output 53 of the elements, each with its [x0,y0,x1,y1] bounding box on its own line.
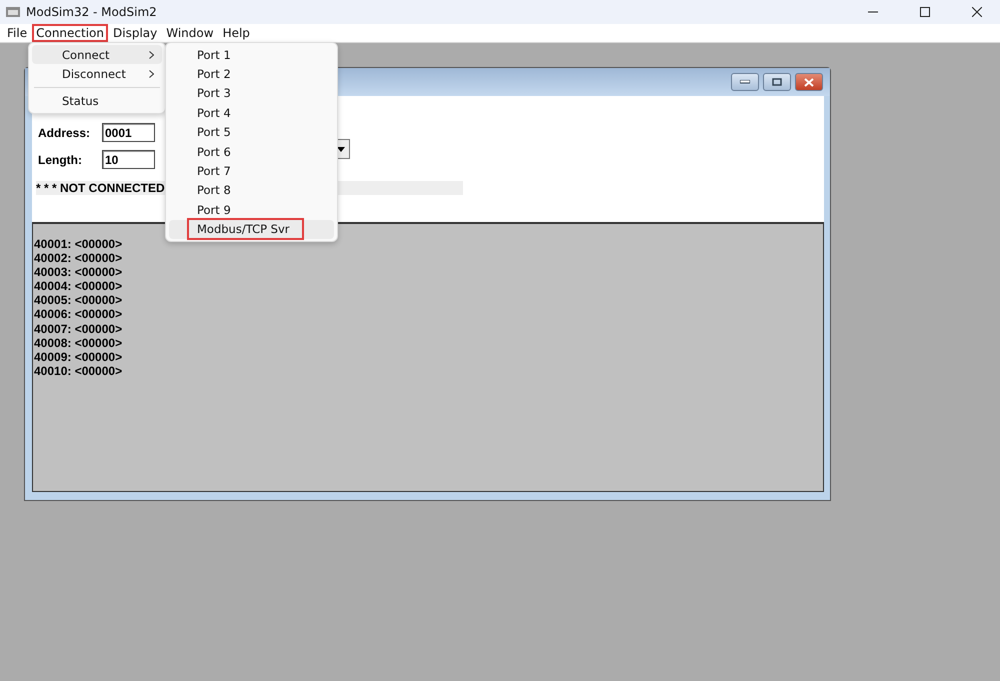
restore-button[interactable] [763,73,791,91]
close-icon [804,78,814,86]
input-field[interactable]: 0001 [102,123,155,142]
menu-item[interactable]: Help [220,25,253,41]
field-label: Length: [38,152,83,166]
minimize-button[interactable] [731,73,759,91]
close-icon [972,7,982,17]
close-button[interactable] [795,73,823,91]
menu-entry[interactable]: Connect [32,45,162,64]
submenu-entry[interactable]: Port 9 [169,200,334,220]
submenu-entry[interactable]: Modbus/TCP Svr [169,220,334,239]
submenu-entry[interactable]: Port 7 [169,161,334,181]
register-value: 40002: <00000> [33,251,124,266]
register-value: 40004: <00000> [33,279,124,294]
menu-entry[interactable]: Status [32,92,162,111]
register-value: 40001: <00000> [33,237,124,252]
menu-item[interactable]: Display [110,25,160,41]
submenu-entry[interactable]: Port 6 [169,142,334,162]
submenu-entry[interactable]: Port 2 [169,64,334,84]
register-value: 40005: <00000> [33,293,124,308]
minimize-icon [740,80,750,84]
entry-label: Port 7 [196,163,232,180]
caret-icon [337,146,345,152]
submenu-entry[interactable]: Port 4 [169,103,334,123]
submenu-entry[interactable]: Port 5 [169,122,334,142]
entry-label: Port 1 [196,46,232,64]
register-value: 40007: <00000> [33,322,124,336]
submenu-entry[interactable]: Port 3 [169,84,334,104]
menu-item[interactable]: File [4,25,30,41]
chevron-icon [149,50,154,58]
input-field[interactable]: 10 [102,150,155,169]
register-value: 40009: <00000> [33,350,124,364]
field-label: Address: [38,126,92,140]
register-value: 40003: <00000> [33,265,124,280]
maximize-icon [920,7,930,17]
restore-icon [772,78,782,86]
register-value: 40008: <00000> [33,336,124,350]
entry-label: Port 2 [196,66,232,84]
entry-label: Port 4 [196,104,232,122]
entry-label: Port 3 [196,85,232,102]
chevron-icon [149,70,154,78]
register-value: 40010: <00000> [33,364,124,378]
menu-item[interactable]: Window [163,25,217,41]
entry-label: Port 5 [196,124,232,142]
entry-label: Port 9 [196,202,232,219]
window-title: ModSim32 - ModSim2 [26,5,157,19]
submenu-entry[interactable]: Port 1 [169,45,334,64]
app-icon [6,6,20,18]
entry-label: Modbus/TCP Svr [189,220,302,238]
menu-entry[interactable]: Disconnect [32,64,162,83]
entry-label: Port 6 [196,144,232,161]
register-value: 40006: <00000> [33,307,124,322]
menu-item[interactable]: Connection [33,25,107,41]
